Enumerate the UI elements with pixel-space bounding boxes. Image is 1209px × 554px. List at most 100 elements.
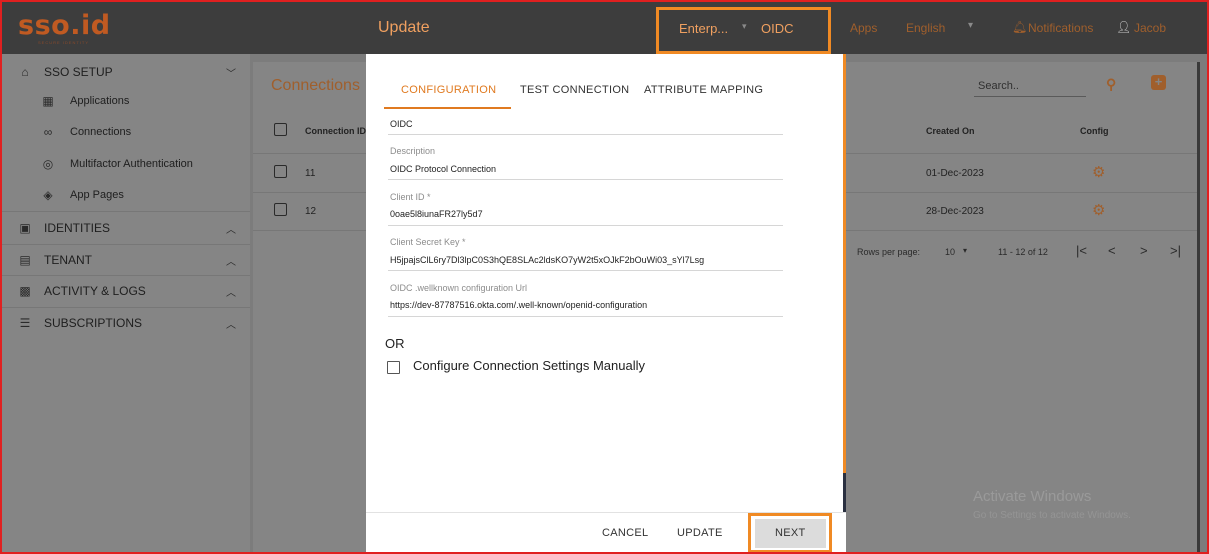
client-secret-field[interactable]: H5jpajsClL6ry7Dl3lpC0S3hQE8SLAc2ldsKO7yW… (390, 255, 704, 265)
rows-per-page-label: Rows per page: (857, 247, 921, 257)
column-header-config: Config (1080, 126, 1109, 136)
table-cell-id: 12 (305, 206, 317, 217)
sidebar-section-tenant[interactable]: ▤ TENANT ︿ (2, 244, 250, 276)
apps-link[interactable]: Apps (850, 21, 877, 35)
chevron-up-icon: ︿ (226, 257, 236, 268)
column-header-created-on[interactable]: Created On (926, 126, 975, 136)
table-cell-id: 11 (305, 168, 316, 179)
chevron-up-icon: ︿ (226, 288, 236, 299)
logo[interactable]: sso.id (18, 10, 111, 41)
wellknown-url-label: OIDC .wellknown configuration Url (390, 283, 528, 293)
tab-test-connection[interactable]: TEST CONNECTION (520, 84, 629, 96)
connection-type-select[interactable]: Enterp... (679, 21, 728, 36)
table-cell-created: 28-Dec-2023 (926, 206, 984, 217)
sidebar-section-label: SSO SETUP (44, 65, 113, 79)
sidebar-item-label: Connections (70, 126, 132, 138)
sidebar-section-activity-logs[interactable]: ▩ ACTIVITY & LOGS ︿ (2, 275, 250, 307)
gear-icon[interactable]: ⚙ (1092, 201, 1105, 219)
tab-attribute-mapping[interactable]: ATTRIBUTE MAPPING (644, 84, 763, 96)
sidebar-section-label: IDENTITIES (44, 221, 111, 235)
bell-icon[interactable]: 🔔︎ (1012, 20, 1027, 34)
sidebar-item-multifactor-authentication[interactable]: ◎ Multifactor Authentication (2, 149, 250, 179)
user-icon[interactable]: 👤︎ (1116, 20, 1131, 34)
client-secret-label: Client Secret Key * (390, 237, 466, 247)
sidebar-section-label: ACTIVITY & LOGS (44, 284, 146, 298)
active-tab-indicator (384, 107, 511, 109)
rows-per-page-select[interactable]: 10 (945, 247, 955, 257)
or-separator: OR (385, 336, 405, 351)
scrollbar[interactable] (1197, 62, 1200, 552)
sidebar-item-app-pages[interactable]: ◈ App Pages (2, 180, 250, 210)
field-underline (388, 134, 783, 135)
subscriptions-icon: ☰ (19, 316, 31, 330)
activity-icon: ▩ (19, 284, 31, 298)
windows-watermark-subtitle: Go to Settings to activate Windows. (973, 510, 1131, 521)
user-menu[interactable]: Jacob (1134, 21, 1166, 35)
wellknown-url-field[interactable]: https://dev-87787516.okta.com/.well-know… (390, 300, 647, 310)
chevron-up-icon: ︿ (226, 225, 236, 236)
row-checkbox[interactable] (274, 165, 287, 178)
highlight-box (748, 513, 832, 553)
description-field[interactable]: OIDC Protocol Connection (390, 164, 496, 174)
layers-icon: ◈ (43, 188, 53, 202)
notifications-link[interactable]: Notifications (1028, 21, 1093, 35)
chevron-down-icon[interactable]: ▾ (963, 246, 967, 255)
manual-settings-checkbox[interactable] (387, 361, 400, 374)
scrollbar-thumb[interactable] (843, 473, 846, 513)
table-cell-created: 01-Dec-2023 (926, 168, 984, 179)
tab-configuration[interactable]: CONFIGURATION (401, 84, 496, 96)
last-page-icon[interactable]: >| (1170, 243, 1181, 258)
sidebar-section-label: TENANT (44, 253, 92, 267)
home-icon: ⌂ (21, 65, 29, 79)
chevron-up-icon: ︿ (226, 320, 236, 331)
sidebar-item-applications[interactable]: ▦ Applications (2, 86, 250, 116)
logo-tagline: SECURE IDENTITY (38, 40, 90, 45)
update-button[interactable]: UPDATE (677, 527, 723, 539)
dialog-scrollbar[interactable] (843, 54, 846, 510)
add-connection-icon[interactable]: + (1151, 75, 1166, 90)
sidebar-item-connections[interactable]: ∞ Connections (2, 117, 250, 147)
pagination-range: 11 - 12 of 12 (998, 247, 1048, 257)
client-id-field[interactable]: 0oae5l8iunaFR27ly5d7 (390, 209, 483, 219)
chevron-down-icon[interactable]: ▾ (968, 20, 973, 31)
search-icon[interactable]: ⚲ (1106, 76, 1116, 93)
sidebar-item-label: Applications (70, 95, 130, 107)
sidebar-section-label: SUBSCRIPTIONS (44, 316, 143, 330)
select-all-checkbox[interactable] (274, 123, 287, 136)
sidebar-section-sso-setup[interactable]: ⌂ SSO SETUP ﹀ (2, 56, 250, 88)
link-icon: ∞ (43, 125, 53, 139)
protocol-field[interactable]: OIDC (390, 119, 413, 129)
gear-icon[interactable]: ⚙ (1092, 163, 1105, 181)
search-input[interactable]: Search.. (978, 80, 1019, 92)
dialog-title: Update (378, 19, 430, 36)
windows-watermark-title: Activate Windows (973, 488, 1092, 505)
tenant-icon: ▤ (19, 253, 31, 267)
sidebar-item-label: Multifactor Authentication (70, 158, 193, 170)
chevron-down-icon: ﹀ (226, 69, 236, 80)
chevron-down-icon[interactable]: ▾ (742, 21, 747, 32)
page-title: Connections (271, 77, 360, 94)
sidebar-section-subscriptions[interactable]: ☰ SUBSCRIPTIONS ︿ (2, 307, 250, 339)
next-page-icon[interactable]: > (1140, 243, 1148, 258)
manual-settings-label[interactable]: Configure Connection Settings Manually (413, 358, 645, 373)
previous-page-icon[interactable]: < (1108, 243, 1116, 258)
sidebar-item-label: App Pages (70, 189, 124, 201)
cancel-button[interactable]: CANCEL (602, 527, 648, 539)
field-underline (388, 316, 783, 317)
sidebar-section-identities[interactable]: ▣ IDENTITIES ︿ (2, 212, 250, 244)
first-page-icon[interactable]: |< (1076, 243, 1087, 258)
column-header-connection-id[interactable]: Connection ID (305, 126, 366, 136)
field-underline (388, 270, 783, 271)
id-badge-icon: ▣ (19, 221, 31, 235)
protocol-select[interactable]: OIDC (761, 21, 794, 36)
fingerprint-icon: ◎ (42, 157, 54, 171)
description-label: Description (390, 146, 436, 156)
field-underline (388, 225, 783, 226)
field-underline (388, 179, 783, 180)
sidebar: ⌂ SSO SETUP ﹀ ▦ Applications ∞ Connectio… (2, 54, 250, 552)
client-id-label: Client ID * (390, 192, 431, 202)
search-underline (974, 96, 1086, 97)
row-checkbox[interactable] (274, 203, 287, 216)
language-select[interactable]: English (906, 21, 945, 35)
grid-icon: ▦ (42, 94, 54, 108)
